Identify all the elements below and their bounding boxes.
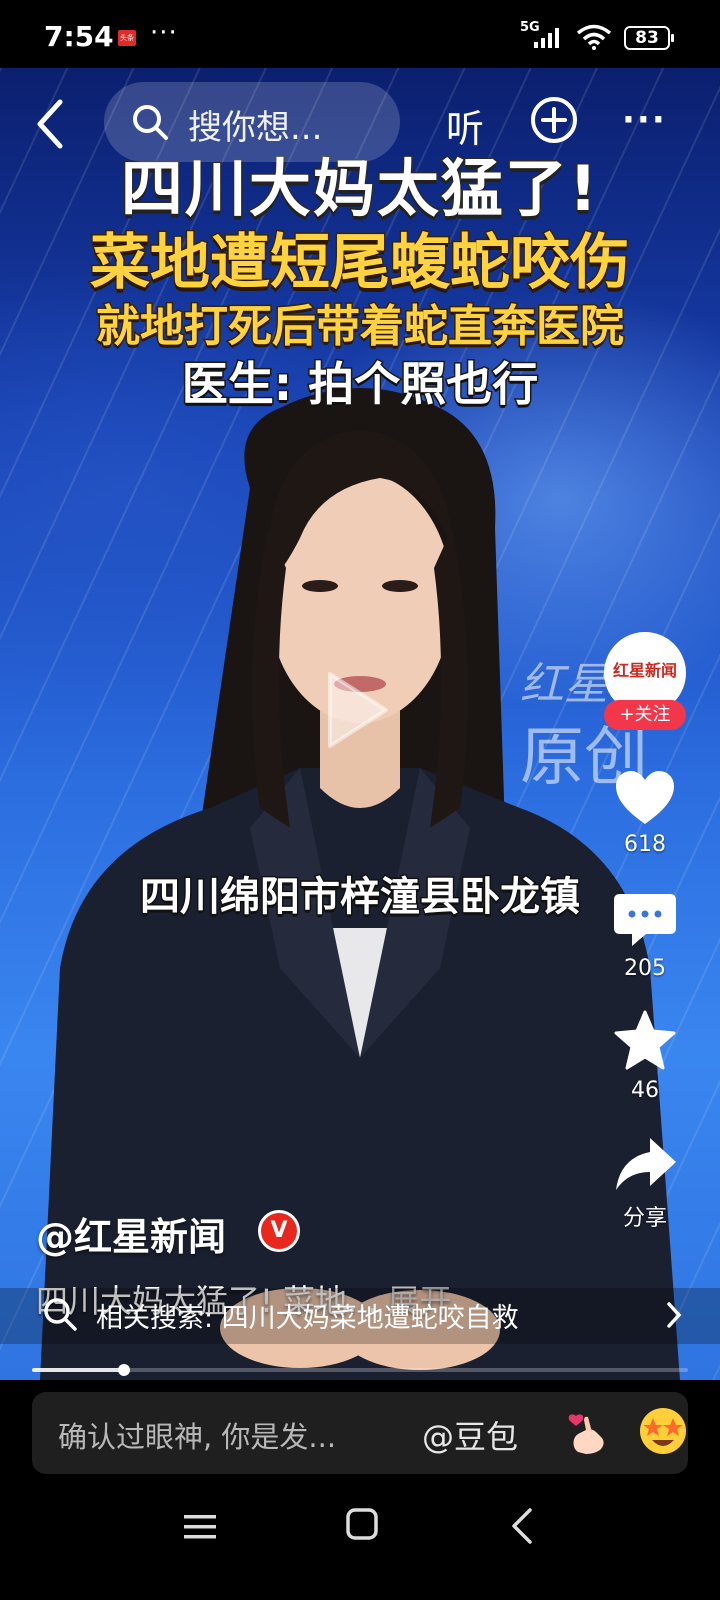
home-icon[interactable] (344, 1506, 380, 1542)
mention-doubao[interactable]: @豆包 (422, 1412, 518, 1458)
related-search-text: 相关搜索: 四川大妈菜地遭蛇咬自救 (96, 1303, 519, 1334)
star-struck-emoji-icon[interactable] (638, 1406, 688, 1456)
add-circle-icon[interactable] (530, 96, 578, 144)
comment-count: 205 (624, 956, 666, 981)
more-notifications-icon: ··· (150, 18, 178, 48)
status-time: 7:54 (44, 20, 114, 53)
follow-button[interactable]: +关注 (604, 700, 686, 730)
recent-apps-icon[interactable] (182, 1512, 218, 1542)
more-options-icon[interactable]: ··· (622, 100, 667, 140)
favorite-star-icon[interactable] (612, 1010, 678, 1070)
search-icon (133, 105, 168, 140)
battery-indicator: 83 (624, 26, 674, 50)
finger-heart-emoji-icon[interactable] (562, 1408, 610, 1456)
share-label[interactable]: 分享 (600, 1200, 690, 1232)
search-icon (44, 1298, 77, 1331)
progress-handle[interactable] (117, 1364, 130, 1376)
search-bar[interactable]: 搜你想... (104, 82, 400, 162)
headline-line-4: 医生: 拍个照也行 (180, 356, 539, 413)
status-bar: 7:54 头条 ··· 5G 83 (0, 0, 720, 68)
favorite-count: 46 (631, 1078, 659, 1103)
signal-icon (534, 28, 559, 48)
video-progress-bar[interactable] (32, 1364, 688, 1376)
share-arrow-icon[interactable] (612, 1134, 678, 1194)
headline-line-3: 就地打死后带着蛇直奔医院 (95, 300, 626, 354)
back-arrow-icon[interactable] (30, 96, 70, 152)
progress-fill (32, 1368, 124, 1372)
author-handle[interactable]: @红星新闻 (36, 1206, 226, 1261)
verified-badge: V (258, 1210, 300, 1252)
comment-placeholder: 确认过眼神, 你是发... (58, 1420, 337, 1454)
avatar-logo-text: 红星新闻 (612, 661, 677, 680)
nav-back-icon[interactable] (510, 1506, 534, 1546)
listen-button[interactable]: 听 (446, 98, 484, 153)
bottom-bar: 确认过眼神, 你是发... @豆包 (0, 1380, 720, 1600)
chevron-right-icon (667, 1302, 682, 1328)
wifi-icon (576, 24, 612, 50)
toutiao-app-icon: 头条 (118, 30, 136, 46)
headline-line-2: 菜地遭短尾蝮蛇咬伤 (89, 227, 632, 300)
comment-bubble-icon[interactable] (612, 890, 678, 950)
related-search-bar[interactable]: 相关搜索: 四川大妈菜地遭蛇咬自救 (0, 1288, 720, 1344)
like-count: 618 (624, 832, 666, 857)
search-placeholder: 搜你想... (188, 108, 323, 148)
play-icon[interactable] (322, 668, 392, 752)
comment-input[interactable]: 确认过眼神, 你是发... @豆包 (32, 1392, 688, 1474)
like-heart-icon[interactable] (612, 768, 678, 828)
